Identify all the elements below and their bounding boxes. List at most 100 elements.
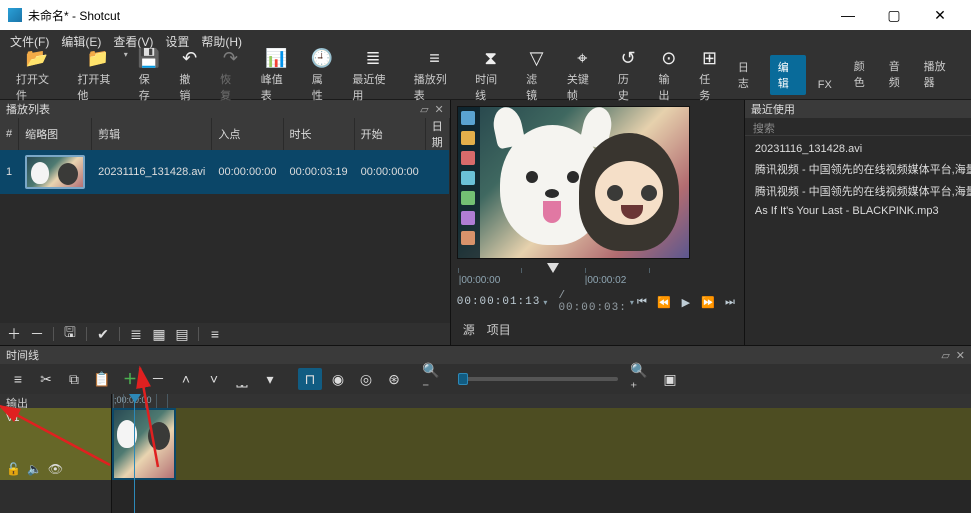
tl-append-icon[interactable]: ＋: [118, 368, 142, 390]
skip-end-icon[interactable]: ⏭: [722, 296, 738, 309]
toolbar-icon: ≣: [363, 49, 383, 69]
playlist-check-button[interactable]: ✔: [93, 325, 113, 343]
tl-marker-icon[interactable]: ▾: [258, 368, 282, 390]
toolbar-btn-1[interactable]: 📁打开其他▾: [67, 47, 128, 105]
toolbar-btn-14[interactable]: ⊞任务: [689, 47, 730, 105]
playhead-marker[interactable]: [547, 263, 559, 273]
tl-down-icon[interactable]: ˅: [202, 368, 226, 390]
toolbar-label: 打开其他: [77, 71, 118, 103]
playlist-bottom-toolbar: ＋ － 🖫 ✔ ≣ ▦ ▤ ≡: [0, 323, 450, 345]
preview-ruler[interactable]: |00:00:00 |00:00:02: [457, 265, 738, 291]
panel-undock-icon[interactable]: ▱: [941, 349, 949, 362]
cell-thumb: [19, 150, 92, 194]
toolbar-btn-8[interactable]: ≡播放列表: [404, 47, 465, 105]
rewind-icon[interactable]: ⏪: [656, 296, 672, 309]
maximize-button[interactable]: ▢: [871, 0, 917, 30]
tl-paste-icon[interactable]: 📋: [90, 368, 114, 390]
track-hide-icon[interactable]: 👁: [48, 462, 63, 476]
tab-source[interactable]: 源: [463, 321, 475, 338]
timeline-playhead[interactable]: [134, 394, 135, 513]
toolbar-btn-11[interactable]: ⌖关键帧: [557, 47, 608, 105]
timeline-panel: 时间线 ▱✕ ≡ ✂ ⧉ 📋 ＋ － ˄ ˅ ⎵⎵ ▾ ⊓ ◉ ◎ ⊛ 🔍⁻ 🔍…: [0, 345, 971, 513]
tab-player[interactable]: 播放器: [924, 58, 955, 90]
tl-zoom-in-icon[interactable]: 🔍⁺: [630, 368, 654, 390]
recent-item[interactable]: 腾讯视频 - 中国领先的在线视频媒体平台,海量高清视频…: [745, 158, 971, 180]
view-compact-icon[interactable]: ▤: [172, 325, 192, 343]
tab-color[interactable]: 颜色: [854, 58, 875, 90]
track-lock-icon[interactable]: 🔓: [6, 462, 21, 476]
play-icon[interactable]: ▶: [678, 296, 694, 309]
toolbar-btn-7[interactable]: ≣最近使用: [342, 47, 403, 105]
tab-edit[interactable]: 编辑: [770, 55, 806, 95]
toolbar-btn-13[interactable]: ⊙输出: [649, 47, 690, 105]
tab-fx[interactable]: FX: [810, 75, 840, 95]
timeline-track[interactable]: [112, 408, 971, 480]
col-dur[interactable]: 时长: [283, 118, 354, 150]
preview-screen[interactable]: [457, 106, 690, 259]
toolbar-icon: ↺: [618, 49, 638, 69]
toolbar-btn-6[interactable]: 🕘属性: [302, 47, 343, 105]
track-mute-icon[interactable]: 🔈: [27, 462, 42, 476]
toolbar-btn-12[interactable]: ↺历史: [608, 47, 649, 105]
timeline-output-label[interactable]: 输出: [0, 394, 111, 408]
central-area: 播放列表 ▱✕ # 缩略图 剪辑 入点 时长 开始 日期 1 20231116_…: [0, 100, 971, 345]
col-num[interactable]: #: [0, 118, 19, 150]
col-start[interactable]: 开始: [354, 118, 425, 150]
panel-close-icon[interactable]: ✕: [956, 349, 965, 362]
tab-log[interactable]: 日志: [730, 55, 766, 95]
window-titlebar: 未命名* - Shotcut — ▢ ✕: [0, 0, 971, 30]
toolbar-btn-10[interactable]: ▽滤镜: [516, 47, 557, 105]
skip-start-icon[interactable]: ⏮: [634, 296, 650, 309]
tl-menu-icon[interactable]: ≡: [6, 368, 30, 390]
forward-icon[interactable]: ⏩: [700, 296, 716, 309]
toolbar-label: 保存: [139, 71, 160, 103]
tl-cut-icon[interactable]: ✂: [34, 368, 58, 390]
toolbar-label: 撤销: [179, 71, 200, 103]
recent-item[interactable]: As If It's Your Last - BLACKPINK.mp3: [745, 202, 971, 220]
tl-eye-icon[interactable]: ◉: [326, 368, 350, 390]
col-in[interactable]: 入点: [212, 118, 283, 150]
timecode-caret-icon[interactable]: ▾: [543, 298, 547, 307]
tab-project[interactable]: 项目: [487, 321, 511, 338]
tl-up-icon[interactable]: ˄: [174, 368, 198, 390]
minimize-button[interactable]: —: [825, 0, 871, 30]
view-list-icon[interactable]: ≣: [126, 325, 146, 343]
toolbar-btn-2[interactable]: 💾保存: [129, 47, 170, 105]
track-header-v1[interactable]: V1 🔓 🔈 👁: [0, 408, 111, 480]
toolbar-label: 播放列表: [414, 71, 455, 103]
toolbar-btn-3[interactable]: ↶撤销: [169, 47, 210, 105]
view-grid-icon[interactable]: ▦: [149, 325, 169, 343]
playlist-save-button[interactable]: 🖫: [60, 325, 80, 343]
toolbar-icon: 📂: [27, 49, 47, 69]
tl-remove-icon[interactable]: －: [146, 368, 170, 390]
tl-split-icon[interactable]: ⎵⎵: [230, 368, 254, 390]
tl-target1-icon[interactable]: ◎: [354, 368, 378, 390]
timeline-clip[interactable]: [112, 408, 176, 480]
tl-snap-icon[interactable]: ⊓: [298, 368, 322, 390]
playlist-row[interactable]: 1 20231116_131428.avi 00:00:00:00 00:00:…: [0, 150, 449, 194]
toolbar-btn-5[interactable]: 📊峰值表: [251, 47, 302, 105]
recent-item[interactable]: 20231116_131428.avi: [745, 140, 971, 158]
tl-copy-icon[interactable]: ⧉: [62, 368, 86, 390]
window-title: 未命名* - Shotcut: [28, 7, 825, 24]
playlist-menu-icon[interactable]: ≡: [205, 325, 225, 343]
playlist-add-button[interactable]: ＋: [4, 325, 24, 343]
timeline-tracks-area[interactable]: ;00:00:00: [112, 394, 971, 513]
tl-zoom-fit-icon[interactable]: ▣: [658, 368, 682, 390]
timeline-ruler[interactable]: ;00:00:00: [112, 394, 971, 408]
tl-zoom-slider[interactable]: [458, 377, 618, 381]
playlist-remove-button[interactable]: －: [27, 325, 47, 343]
toolbar-btn-0[interactable]: 📂打开文件: [6, 47, 67, 105]
recent-search-input[interactable]: 搜索: [745, 118, 971, 136]
tab-audio[interactable]: 音频: [889, 58, 910, 90]
col-clip[interactable]: 剪辑: [92, 118, 212, 150]
tl-zoom-out-icon[interactable]: 🔍⁻: [422, 368, 446, 390]
col-thumb[interactable]: 缩略图: [19, 118, 92, 150]
toolbar-btn-9[interactable]: ⧗时间线: [465, 47, 516, 105]
toolbar-btn-4: ↷恢复: [210, 47, 251, 105]
close-button[interactable]: ✕: [917, 0, 963, 30]
tl-target2-icon[interactable]: ⊛: [382, 368, 406, 390]
timecode-current[interactable]: 00:00:01:13: [457, 296, 541, 308]
recent-item[interactable]: 腾讯视频 - 中国领先的在线视频媒体平台,海量高清视频…: [745, 180, 971, 202]
col-date[interactable]: 日期: [425, 118, 449, 150]
